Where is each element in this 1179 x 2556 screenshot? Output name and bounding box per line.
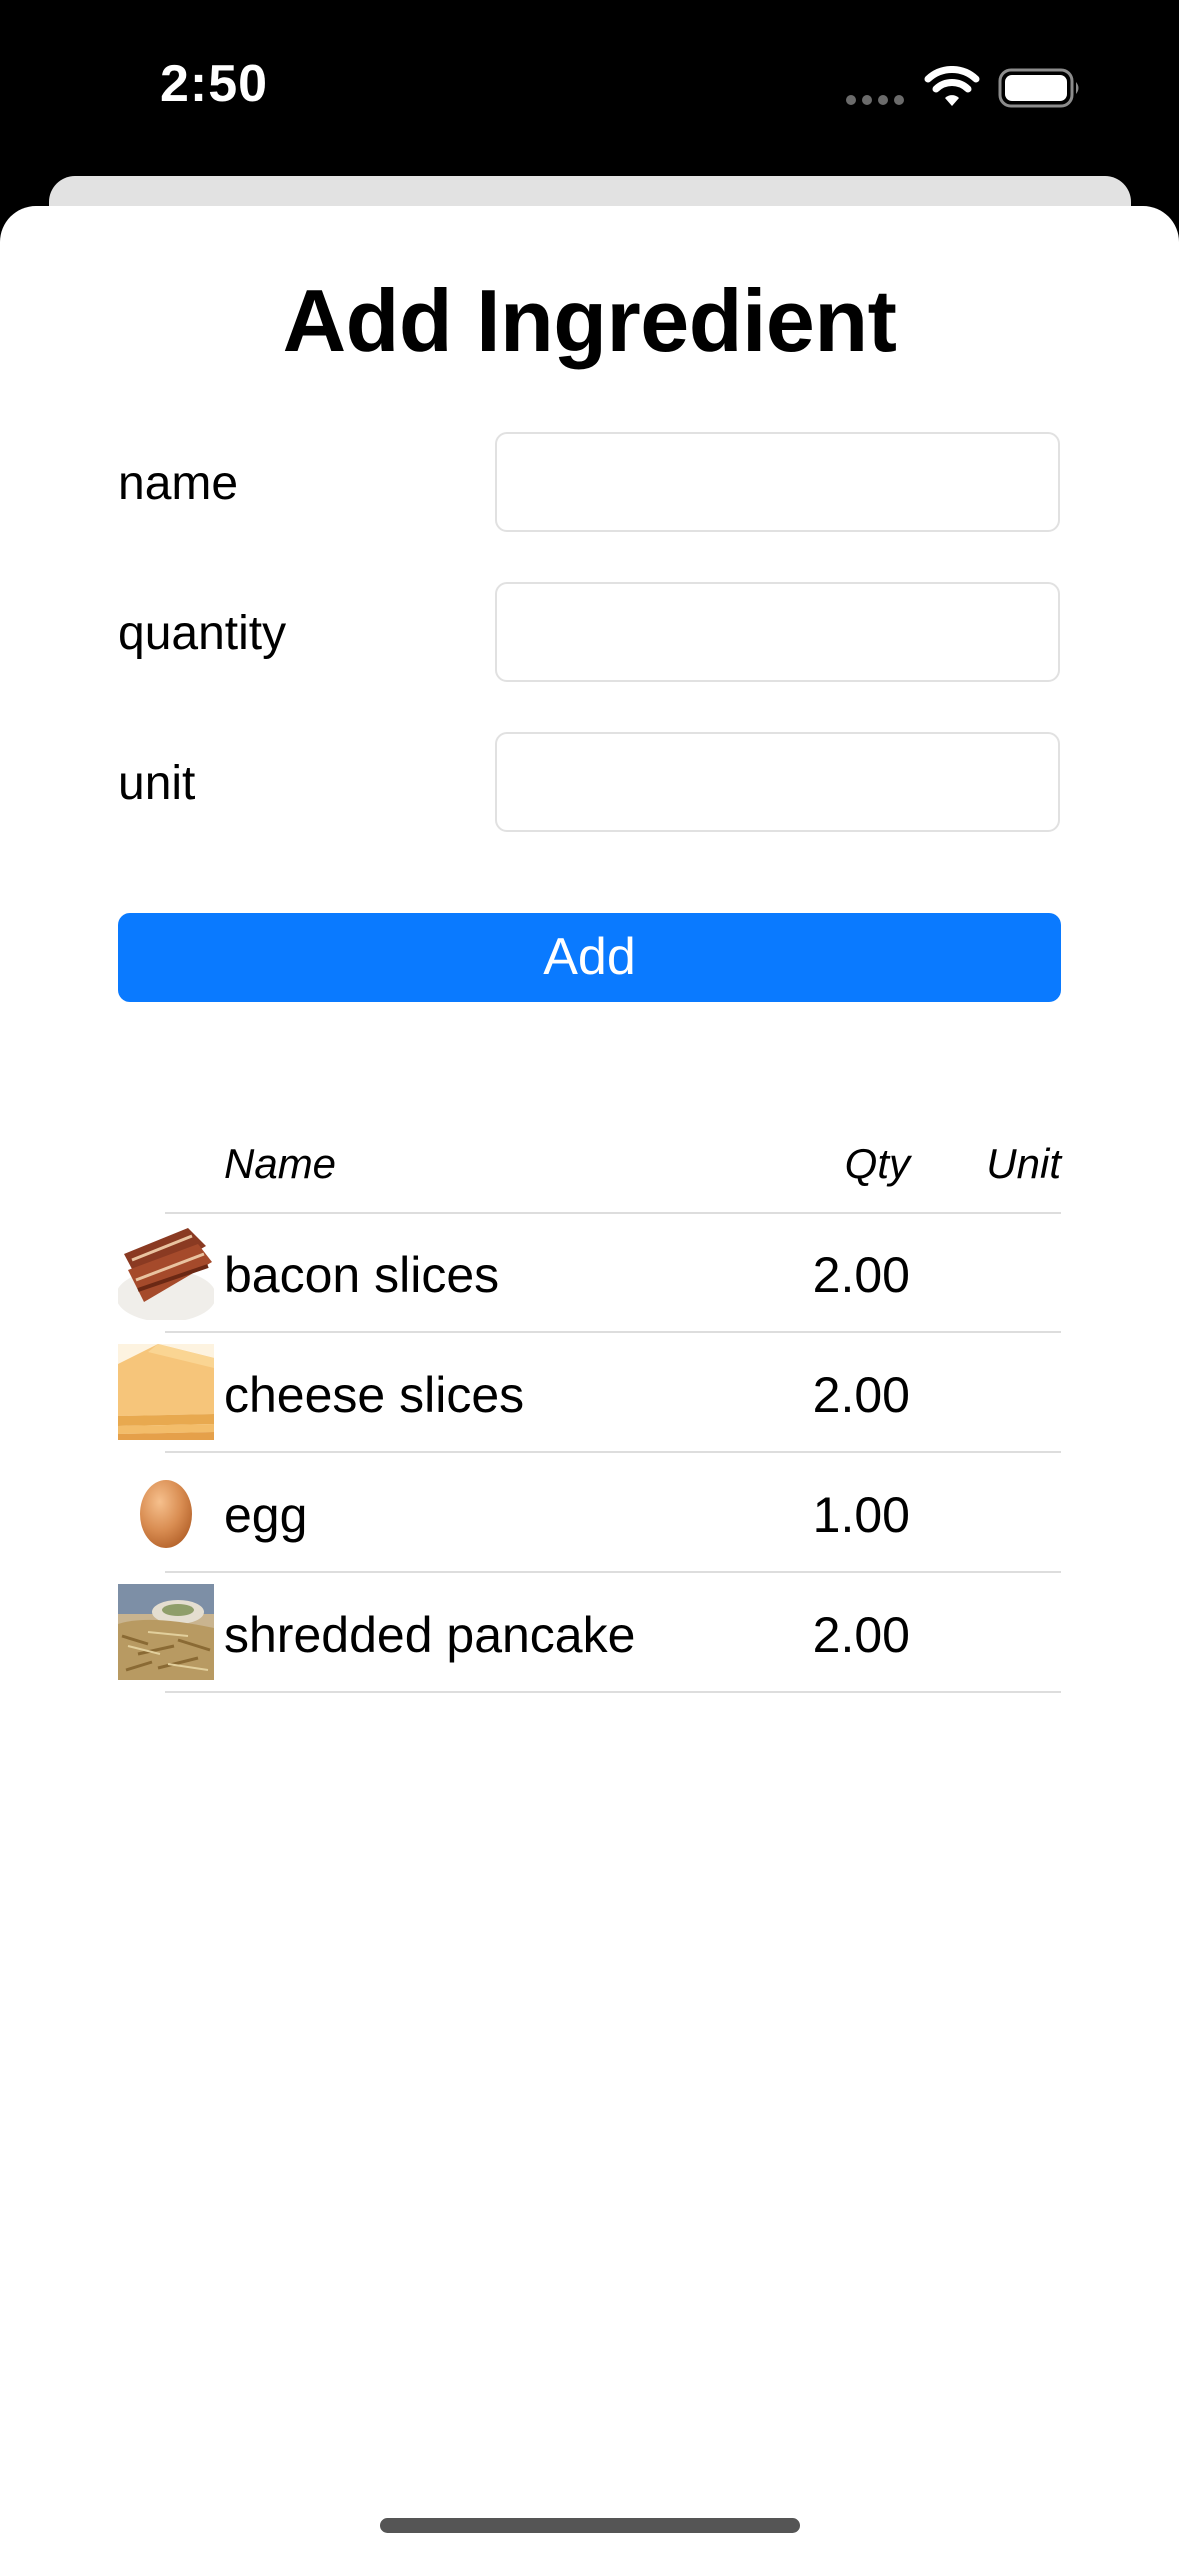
ingredient-name: cheese slices bbox=[224, 1367, 525, 1423]
add-button[interactable]: Add bbox=[118, 913, 1061, 1002]
unit-field[interactable] bbox=[495, 732, 1060, 832]
quantity-field[interactable] bbox=[495, 582, 1060, 682]
table-divider bbox=[165, 1212, 1061, 1214]
page-title: Add Ingredient bbox=[282, 271, 897, 370]
column-header-qty: Qty bbox=[844, 1140, 910, 1187]
screen: 2:50 Add Ingredient name quantity unit A… bbox=[0, 0, 1179, 2556]
table-divider bbox=[165, 1451, 1061, 1453]
ingredient-qty: 2.00 bbox=[812, 1367, 910, 1423]
bacon-thumbnail bbox=[118, 1224, 214, 1320]
cellular-signal-icon bbox=[846, 95, 904, 105]
column-header-name: Name bbox=[224, 1140, 337, 1187]
battery-icon bbox=[998, 68, 1079, 108]
ingredient-qty: 1.00 bbox=[812, 1487, 910, 1543]
name-field[interactable] bbox=[495, 432, 1060, 532]
ingredient-name: shredded pancake bbox=[224, 1607, 636, 1663]
ingredient-qty: 2.00 bbox=[812, 1247, 910, 1303]
table-divider bbox=[165, 1571, 1061, 1573]
quantity-label: quantity bbox=[118, 607, 287, 660]
egg-thumbnail bbox=[118, 1464, 214, 1560]
home-indicator[interactable] bbox=[380, 2518, 800, 2533]
wifi-icon bbox=[924, 66, 980, 106]
unit-label: unit bbox=[118, 757, 196, 810]
ingredient-name: bacon slices bbox=[224, 1247, 500, 1303]
table-divider bbox=[165, 1331, 1061, 1333]
table-divider bbox=[165, 1691, 1061, 1693]
status-time: 2:50 bbox=[160, 55, 269, 113]
status-bar: 2:50 bbox=[0, 0, 1179, 170]
cheese-thumbnail bbox=[118, 1344, 214, 1440]
column-header-unit: Unit bbox=[986, 1140, 1061, 1187]
ingredient-name: egg bbox=[224, 1487, 308, 1543]
pancake-thumbnail bbox=[118, 1584, 214, 1680]
ingredient-qty: 2.00 bbox=[812, 1607, 910, 1663]
name-label: name bbox=[118, 457, 239, 510]
